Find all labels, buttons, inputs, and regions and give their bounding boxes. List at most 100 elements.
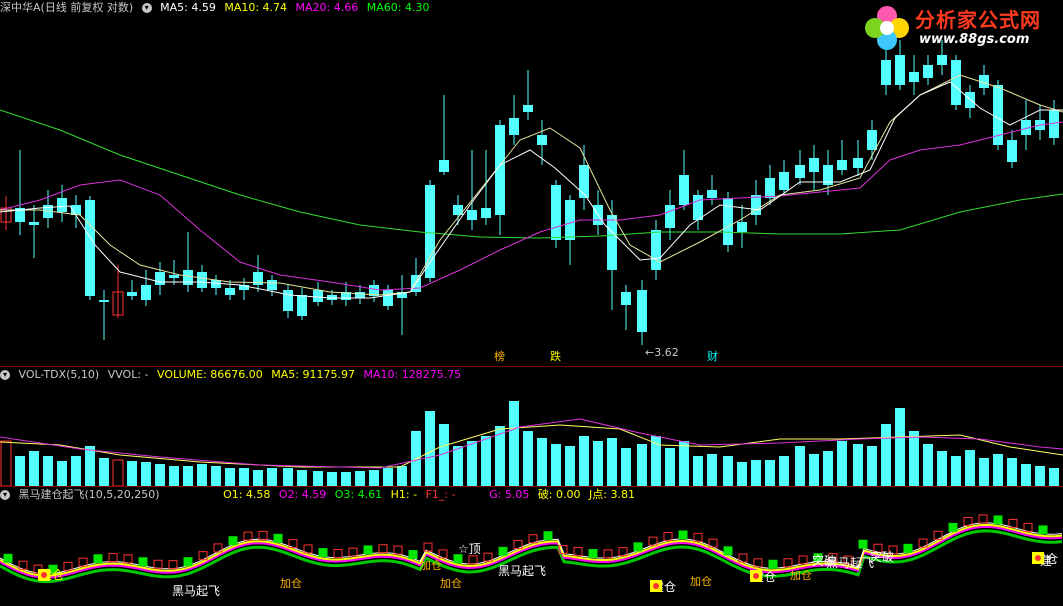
candlestick-chart[interactable]: ←3.62 榜 跌 财	[0, 0, 1063, 366]
candle-body-down	[637, 290, 647, 332]
indicator-bar	[678, 530, 688, 540]
candle-body-down	[537, 135, 547, 145]
indicator-chart[interactable]: 建仓黑马起飞☆顶黑马起飞建仓建仓建仓突破黑马起飞突破 建加仓 加仓 加仓 加仓加仓	[0, 487, 1063, 606]
volume-bar-down	[593, 441, 603, 486]
indicator-bar	[783, 558, 793, 568]
volume-bar-down	[225, 468, 235, 486]
volume-bar-down	[29, 451, 39, 486]
indicator-bar	[1038, 525, 1048, 535]
candle-body-down	[481, 208, 491, 218]
volume-bar-down	[253, 470, 263, 486]
candle-body-down	[765, 178, 775, 198]
candle-body-down	[509, 118, 519, 135]
candle-body-down	[523, 105, 533, 112]
candle-body-down	[881, 60, 891, 85]
indicator-bar	[978, 514, 988, 524]
indicator-bar	[633, 542, 643, 552]
build-position-dot	[1035, 555, 1041, 561]
indicator-bar	[423, 542, 433, 552]
candle-body-down	[579, 165, 589, 198]
indicator-bar	[903, 543, 913, 553]
indicator-bar	[273, 533, 283, 543]
candle-body-down	[965, 92, 975, 108]
indicator-bar	[153, 559, 163, 569]
volume-bar-down	[665, 448, 675, 486]
ma5-line	[0, 81, 1063, 299]
volume-bar-down	[867, 446, 877, 486]
indicator-bar	[183, 557, 193, 567]
candle-body-down	[211, 280, 221, 288]
candle-body-down	[607, 215, 617, 270]
candle-body-down	[679, 175, 689, 205]
indicator-bar	[243, 531, 253, 541]
volume-bar-down	[297, 470, 307, 486]
volume-bar-down	[779, 456, 789, 486]
indicator-bar	[258, 530, 268, 540]
volume-bar-down	[283, 468, 293, 486]
indicator-bar	[1023, 522, 1033, 532]
indicator-bar	[378, 544, 388, 554]
volume-bar-down	[453, 446, 463, 486]
indicator-bar	[363, 545, 373, 555]
volume-bar-down	[707, 454, 717, 486]
candle-body-down	[937, 55, 947, 65]
volume-bar-down	[853, 444, 863, 486]
indicator-bar	[168, 560, 178, 570]
volume-bar-down	[327, 472, 337, 486]
indicator-bar	[318, 548, 328, 558]
indicator-bar	[348, 547, 358, 557]
indicator-bar	[333, 549, 343, 559]
candle-body-down	[383, 290, 393, 306]
indicator-bar	[468, 555, 478, 565]
volume-bar-down	[467, 441, 477, 486]
add-position-label: 加仓	[280, 576, 302, 590]
add-position-label: 加仓	[440, 576, 462, 590]
candle-body-down	[313, 290, 323, 302]
volume-bar-down	[737, 462, 747, 486]
indicator-bar	[123, 554, 133, 564]
candle-body-down	[809, 158, 819, 172]
indicator-panel[interactable]: ▾ 黑马建仓起飞(10,5,20,250) O1: 4.58 O2: 4.59 …	[0, 487, 1063, 606]
build-position-dot	[41, 572, 47, 578]
candle-body-down	[707, 190, 717, 198]
volume-bar-down	[723, 456, 733, 486]
volume-bar-down	[909, 431, 919, 486]
volume-bar-down	[837, 441, 847, 486]
candle-body-down	[183, 270, 193, 285]
volume-chart[interactable]	[0, 367, 1063, 486]
volume-bar-down	[895, 408, 905, 486]
indicator-bar	[663, 532, 673, 542]
volume-bar-down	[425, 411, 435, 486]
volume-bar-down	[341, 472, 351, 486]
add-position-label: 加仓	[790, 568, 812, 582]
volume-bar-down	[993, 454, 1003, 486]
price-panel[interactable]: 深中华A(日线 前复权 对数) ▾ MA5: 4.59 MA10: 4.74 M…	[0, 0, 1063, 366]
volume-bar-down	[693, 456, 703, 486]
volume-bar-down	[127, 461, 137, 486]
indicator-bar	[393, 545, 403, 555]
event-marker: 榜	[494, 349, 505, 363]
indicator-bar	[993, 515, 1003, 525]
candle-body-down	[693, 195, 703, 220]
volume-bar-down	[979, 458, 989, 486]
indicator-bar	[858, 539, 868, 549]
candle-body-down	[779, 172, 789, 190]
volume-panel[interactable]: ▾ VOL-TDX(5,10) VVOL: - VOLUME: 86676.00…	[0, 367, 1063, 486]
add-position-label: 加仓	[690, 574, 712, 588]
volume-bar-down	[383, 468, 393, 486]
volume-bar-down	[607, 438, 617, 486]
volume-bar-down	[579, 436, 589, 486]
flower-logo-icon	[865, 6, 909, 50]
candle-body-down	[29, 222, 39, 225]
indicator-bar	[948, 522, 958, 532]
candle-body-down	[565, 200, 575, 240]
logo-title: 分析家公式网	[915, 8, 1041, 32]
signal-label: 黑马起飞	[172, 584, 220, 598]
candle-body-down	[895, 55, 905, 85]
candle-body-down	[923, 65, 933, 78]
signal-label: ☆顶	[458, 542, 481, 556]
volume-bar-down	[85, 446, 95, 486]
candle-body-down	[297, 295, 307, 316]
volume-bar-down	[1035, 466, 1045, 486]
candle-body-down	[651, 230, 661, 270]
